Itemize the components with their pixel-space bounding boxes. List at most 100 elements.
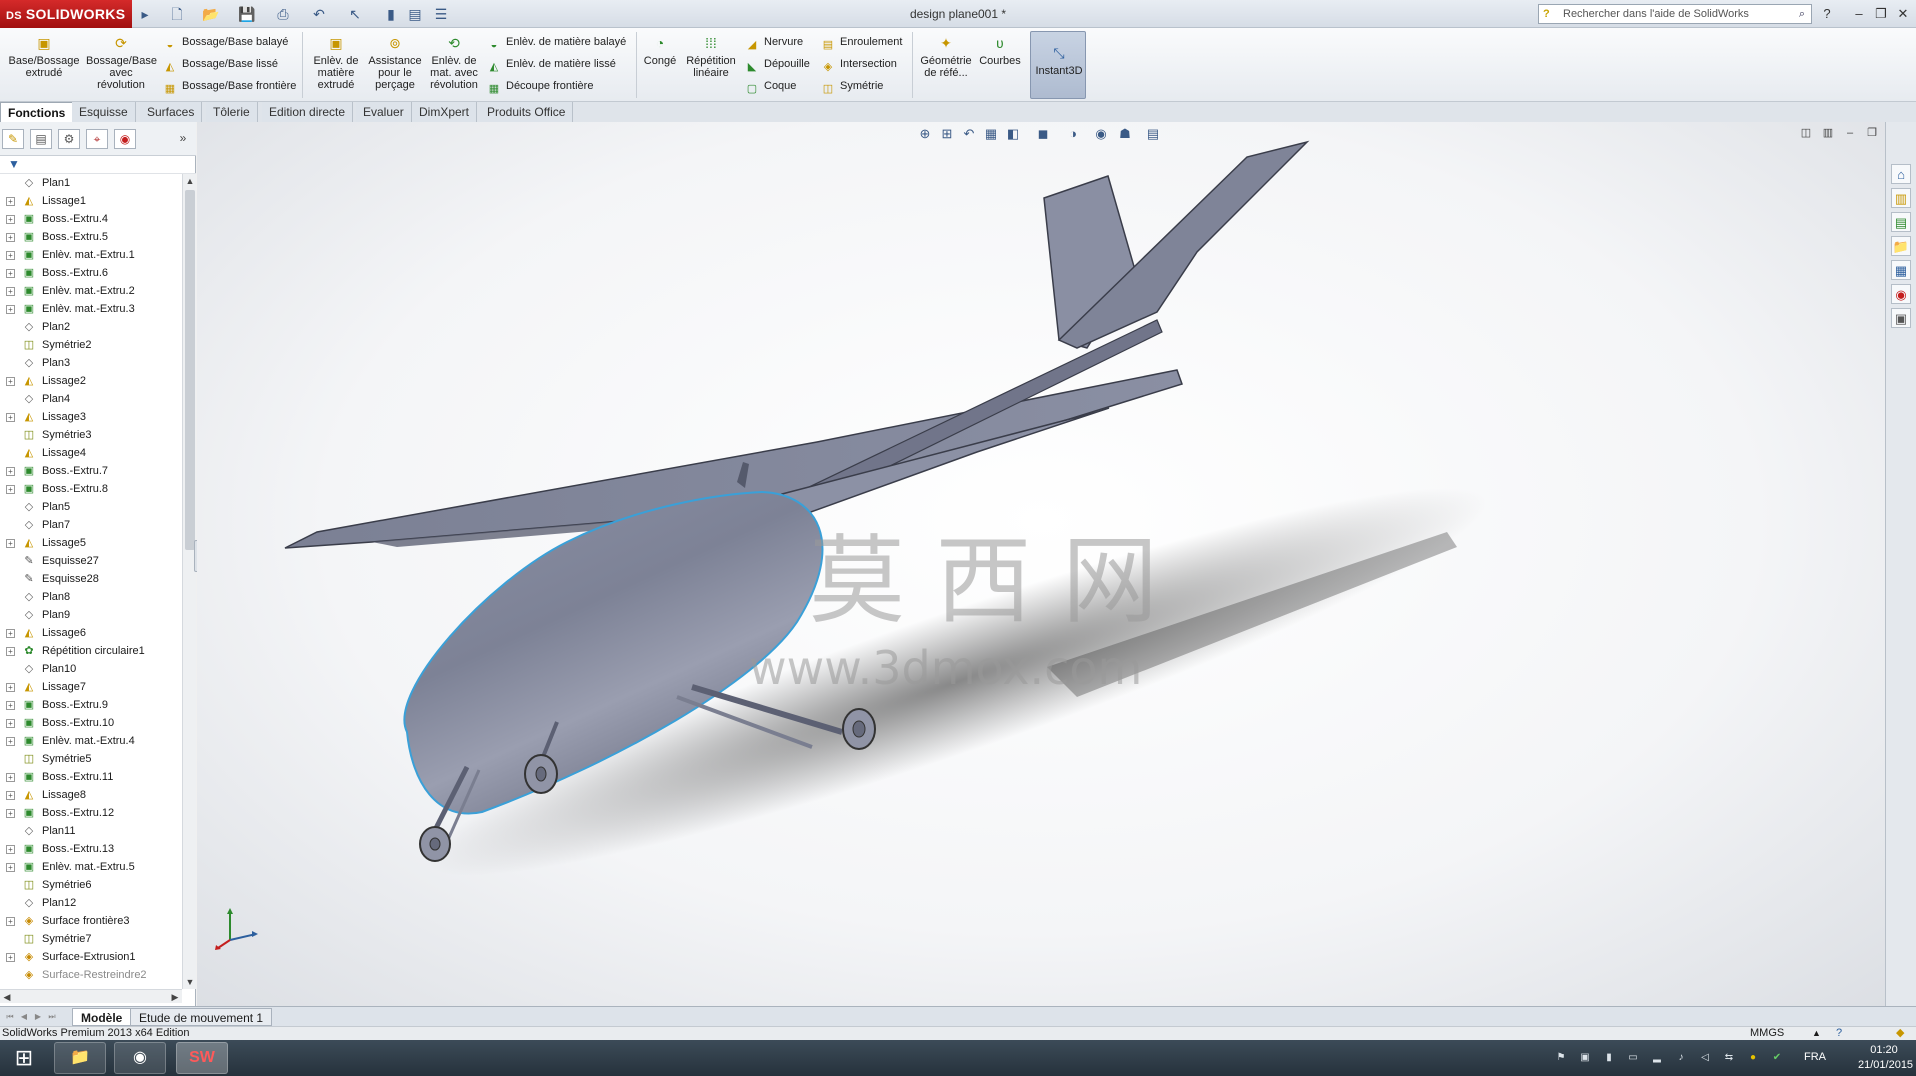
section-view-icon[interactable]: ▦: [981, 124, 1001, 144]
fillet-button[interactable]: ◔ Congé: [640, 34, 680, 67]
appearances-icon[interactable]: ◉: [1891, 284, 1911, 304]
tree-item[interactable]: + ▣ Boss.-Extru.4: [0, 210, 182, 228]
file-explorer-icon[interactable]: ▤: [1891, 212, 1911, 232]
expand-icon[interactable]: +: [6, 215, 15, 224]
display-manager-tab-icon[interactable]: ◉: [114, 129, 136, 149]
design-library-icon[interactable]: ▥: [1891, 188, 1911, 208]
language-indicator[interactable]: FRA: [1804, 1051, 1826, 1063]
view-settings-icon[interactable]: ▤: [1143, 124, 1163, 144]
expand-icon[interactable]: +: [6, 539, 15, 548]
intersect-button[interactable]: ◈ Intersection: [820, 54, 897, 74]
display-style-icon[interactable]: ◼: [1033, 124, 1053, 144]
tree-item[interactable]: + ▣ Enlèv. mat.-Extru.4: [0, 732, 182, 750]
viewport-tile-icon[interactable]: ◫: [1797, 124, 1815, 142]
search-folder-icon[interactable]: 📁: [1891, 236, 1911, 256]
rib-button[interactable]: ◢ Nervure: [744, 32, 803, 52]
scroll-left-icon[interactable]: ◀: [0, 990, 14, 1004]
tree-item[interactable]: ◇ Plan4: [0, 390, 182, 408]
expand-icon[interactable]: +: [6, 863, 15, 872]
expand-icon[interactable]: +: [6, 287, 15, 296]
tree-item[interactable]: ◫ Symétrie6: [0, 876, 182, 894]
tree-item[interactable]: + ◭ Lissage2: [0, 372, 182, 390]
configuration-manager-tab-icon[interactable]: ⚙: [58, 129, 80, 149]
tree-item[interactable]: ◭ Lissage4: [0, 444, 182, 462]
tree-filter-row[interactable]: ▼: [0, 156, 196, 174]
tray-security-icon[interactable]: ✔: [1770, 1051, 1784, 1065]
status-rebuild-icon[interactable]: ◆: [1896, 1027, 1904, 1040]
scroll-right-icon[interactable]: ▶: [168, 990, 182, 1004]
tree-item[interactable]: + ▣ Enlèv. mat.-Extru.1: [0, 246, 182, 264]
taskbar-clock[interactable]: 01:20 21/01/2015: [1858, 1043, 1913, 1073]
menu-arrow-icon[interactable]: ▸: [134, 4, 156, 24]
tree-item[interactable]: ◇ Plan3: [0, 354, 182, 372]
tab-evaluer[interactable]: Evaluer: [356, 102, 412, 122]
undo-icon[interactable]: ↶: [308, 4, 330, 24]
tree-item[interactable]: + ▣ Boss.-Extru.5: [0, 228, 182, 246]
open-folder-icon[interactable]: 📂: [200, 4, 222, 24]
expand-icon[interactable]: +: [6, 683, 15, 692]
tree-item[interactable]: ◇ Plan11: [0, 822, 182, 840]
tree-item[interactable]: ◫ Symétrie7: [0, 930, 182, 948]
expand-icon[interactable]: +: [6, 467, 15, 476]
linear-pattern-button[interactable]: ⁞⁞⁞ Répétition linéaire: [680, 34, 742, 79]
tree-item[interactable]: + ▣ Enlèv. mat.-Extru.2: [0, 282, 182, 300]
expand-icon[interactable]: +: [6, 485, 15, 494]
tree-item[interactable]: ◇ Plan12: [0, 894, 182, 912]
expand-icon[interactable]: +: [6, 917, 15, 926]
base-extrude-button[interactable]: ▣ Base/Bossage extrudé: [6, 34, 82, 79]
viewport-split-icon[interactable]: ▥: [1819, 124, 1837, 142]
app-taskbar-icon[interactable]: ◉: [114, 1042, 166, 1074]
tree-item[interactable]: + ◭ Lissage8: [0, 786, 182, 804]
expand-icon[interactable]: +: [6, 773, 15, 782]
expand-icon[interactable]: +: [6, 791, 15, 800]
tree-item[interactable]: + ◭ Lissage7: [0, 678, 182, 696]
tree-item[interactable]: + ▣ Boss.-Extru.8: [0, 480, 182, 498]
mirror-button[interactable]: ◫ Symétrie: [820, 76, 884, 96]
tree-item[interactable]: + ▣ Boss.-Extru.6: [0, 264, 182, 282]
zoom-to-fit-icon[interactable]: ⊕: [915, 124, 935, 144]
last-tab-icon[interactable]: ⏭: [46, 1010, 58, 1023]
expand-icon[interactable]: +: [6, 269, 15, 278]
view-orientation-icon[interactable]: ◧: [1003, 124, 1023, 144]
expand-icon[interactable]: +: [6, 233, 15, 242]
curves-button[interactable]: ʋ Courbes: [976, 34, 1024, 67]
tab-dimxpert[interactable]: DimXpert: [412, 102, 478, 122]
first-tab-icon[interactable]: ⏮: [4, 1010, 16, 1023]
tree-item[interactable]: + ◭ Lissage3: [0, 408, 182, 426]
options-icon[interactable]: ☰: [430, 4, 452, 24]
wrap-button[interactable]: ▤ Enroulement: [820, 32, 903, 52]
expand-icon[interactable]: +: [6, 953, 15, 962]
solidworks-resources-icon[interactable]: ⌂: [1891, 164, 1911, 184]
tree-item[interactable]: + ▣ Boss.-Extru.7: [0, 462, 182, 480]
tray-volume-icon[interactable]: ♪: [1674, 1051, 1688, 1065]
tree-item[interactable]: ◫ Symétrie3: [0, 426, 182, 444]
expand-icon[interactable]: +: [6, 413, 15, 422]
instant3d-toggle[interactable]: ⤡ Instant3D: [1030, 31, 1086, 99]
tree-item[interactable]: ◇ Plan7: [0, 516, 182, 534]
previous-view-icon[interactable]: ↶: [959, 124, 979, 144]
tab-motion-study[interactable]: Etude de mouvement 1: [130, 1008, 273, 1026]
expand-icon[interactable]: +: [6, 719, 15, 728]
units-dropdown-icon[interactable]: ▲: [1812, 1027, 1821, 1040]
tree-item[interactable]: ◇ Plan1: [0, 174, 182, 192]
expand-panel-icon[interactable]: »: [172, 129, 194, 149]
airplane-model[interactable]: 莫 西 网 www.3dmox.com: [197, 122, 1885, 1006]
select-arrow-icon[interactable]: ↖: [344, 4, 366, 24]
shell-button[interactable]: ▢ Coque: [744, 76, 797, 96]
tree-item[interactable]: + ◭ Lissage5: [0, 534, 182, 552]
swept-cut-button[interactable]: ◒ Enlèv. de matière balayé: [486, 32, 627, 52]
scroll-up-icon[interactable]: ▲: [183, 174, 197, 188]
scroll-thumb[interactable]: [185, 190, 195, 550]
revolved-cut-button[interactable]: ⟲ Enlèv. de mat. avec révolution: [426, 34, 482, 91]
restore-icon[interactable]: ❐: [1870, 4, 1892, 24]
tree-item[interactable]: + ▣ Enlèv. mat.-Extru.5: [0, 858, 182, 876]
expand-icon[interactable]: +: [6, 629, 15, 638]
tree-item[interactable]: ✎ Esquisse27: [0, 552, 182, 570]
magnifier-icon[interactable]: ⌕: [1799, 5, 1805, 23]
viewport-restore-icon[interactable]: ❐: [1863, 124, 1881, 142]
start-button-icon[interactable]: ⊞: [6, 1044, 42, 1072]
rebuild-icon[interactable]: ▮: [380, 4, 402, 24]
tree-item[interactable]: + ▣ Boss.-Extru.11: [0, 768, 182, 786]
tree-vertical-scrollbar[interactable]: ▲ ▼: [182, 174, 196, 989]
new-document-icon[interactable]: 🗋: [166, 4, 188, 24]
